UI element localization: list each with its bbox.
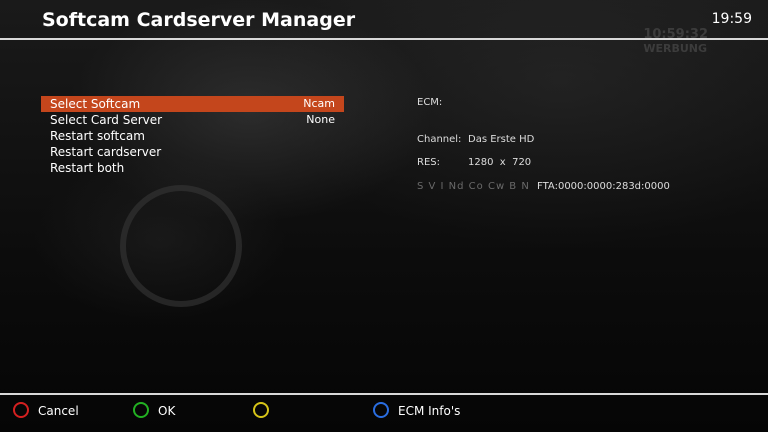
menu-item-label: Restart both <box>50 161 125 175</box>
background-overlay-text: 10:59:32 WERBUNG <box>643 28 708 56</box>
blue-circle-icon <box>373 402 389 418</box>
ok-button-label: OK <box>158 404 176 418</box>
menu-item-label: Restart cardserver <box>50 145 162 159</box>
caid-row: S V I Nd Co Cw B N FTA:0000:0000:283d:00… <box>417 181 670 192</box>
menu-item-restart-both[interactable]: Restart both <box>41 160 344 176</box>
footer-button-bar: Cancel OK ECM Info's <box>0 400 768 424</box>
resolution-label: RES: <box>417 157 440 168</box>
background-shape <box>120 185 242 307</box>
menu-item-restart-cardserver[interactable]: Restart cardserver <box>41 144 344 160</box>
header-divider <box>0 38 768 40</box>
background-image <box>0 0 768 432</box>
clock: 19:59 <box>711 11 752 27</box>
ecm-info-button-label: ECM Info's <box>398 404 461 418</box>
menu-list: Select Softcam Ncam Select Card Server N… <box>41 96 344 176</box>
page-title: Softcam Cardserver Manager <box>42 9 356 31</box>
menu-item-label: Select Softcam <box>50 97 141 111</box>
caid-value: FTA:0000:0000:283d:0000 <box>537 181 670 192</box>
resolution-value: 1280 x 720 <box>468 157 532 168</box>
menu-item-value: Ncam <box>303 97 335 110</box>
footer-divider <box>0 393 768 395</box>
ecm-row: ECM: <box>417 97 442 108</box>
menu-item-restart-softcam[interactable]: Restart softcam <box>41 128 344 144</box>
channel-row: Channel: Das Erste HD <box>417 134 534 145</box>
resolution-row: RES: 1280 x 720 <box>417 157 531 168</box>
menu-item-select-card-server[interactable]: Select Card Server None <box>41 112 344 128</box>
channel-label: Channel: <box>417 134 462 145</box>
menu-item-select-softcam[interactable]: Select Softcam Ncam <box>41 96 344 112</box>
ecm-label: ECM: <box>417 97 443 108</box>
menu-item-label: Restart softcam <box>50 129 145 143</box>
menu-item-value: None <box>306 113 335 126</box>
background-overlay-label: WERBUNG <box>643 42 707 55</box>
header: Softcam Cardserver Manager 10:59:32 WERB… <box>0 0 768 55</box>
red-circle-icon <box>13 402 29 418</box>
green-circle-icon <box>133 402 149 418</box>
channel-value: Das Erste HD <box>468 134 535 145</box>
caid-flags: S V I Nd Co Cw B N <box>417 181 530 192</box>
menu-item-label: Select Card Server <box>50 113 163 127</box>
yellow-circle-icon <box>253 402 269 418</box>
cancel-button-label: Cancel <box>38 404 79 418</box>
